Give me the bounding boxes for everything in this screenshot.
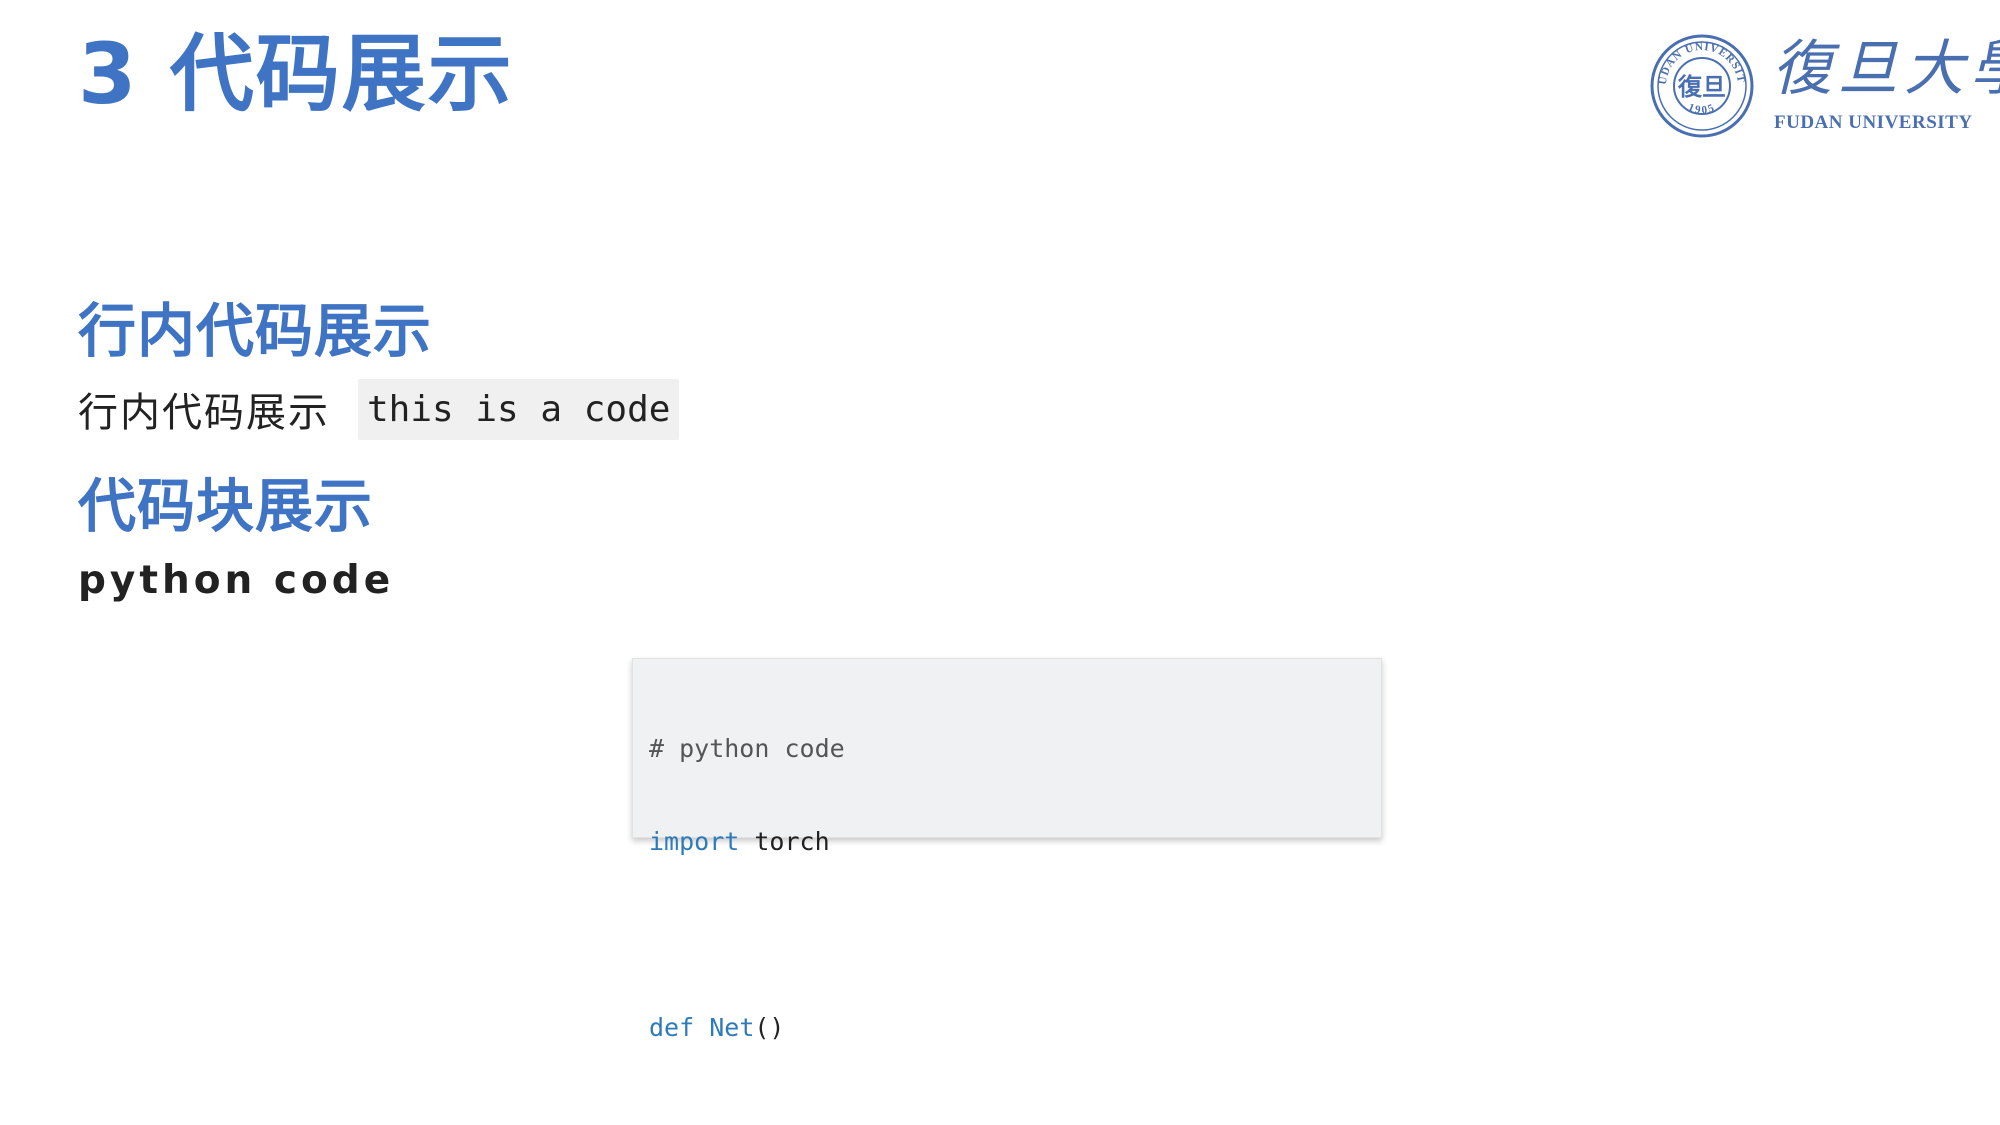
code-block: # python code import torch def Net() — [632, 658, 1382, 1042]
code-block-label: python code — [78, 558, 395, 603]
logo-calligraphy: 復旦大學 — [1772, 34, 2000, 104]
code-line-2: import torch — [649, 826, 1365, 857]
logo-english-name: FUDAN UNIVERSITY — [1774, 112, 1973, 133]
code-function-name: Net — [709, 1013, 755, 1042]
university-seal-icon: FUDAN UNIVERSITY 1905 復旦 — [1650, 34, 1754, 138]
code-parens: () — [754, 1013, 785, 1042]
inline-code-heading: 行内代码展示 — [78, 297, 433, 365]
code-block-heading: 代码块展示 — [78, 472, 374, 540]
inline-code-example: 行内代码展示 this is a code — [78, 378, 680, 440]
seal-center-text: 復旦 — [1677, 73, 1726, 101]
code-line-4: def Net() — [649, 1012, 1365, 1043]
inline-code-snippet: this is a code — [358, 378, 680, 440]
slide-title: 3 代码展示 — [78, 25, 514, 123]
code-keyword-import: import — [649, 827, 740, 856]
code-module-name: torch — [739, 827, 830, 856]
code-comment: # python code — [649, 734, 845, 763]
university-logo: FUDAN UNIVERSITY 1905 復旦 復旦大學 FUDAN UNIV… — [1650, 30, 2000, 140]
inline-code-text: 行内代码展示 — [78, 390, 330, 436]
code-line-1: # python code — [649, 733, 1365, 764]
code-keyword-def: def — [649, 1013, 695, 1042]
